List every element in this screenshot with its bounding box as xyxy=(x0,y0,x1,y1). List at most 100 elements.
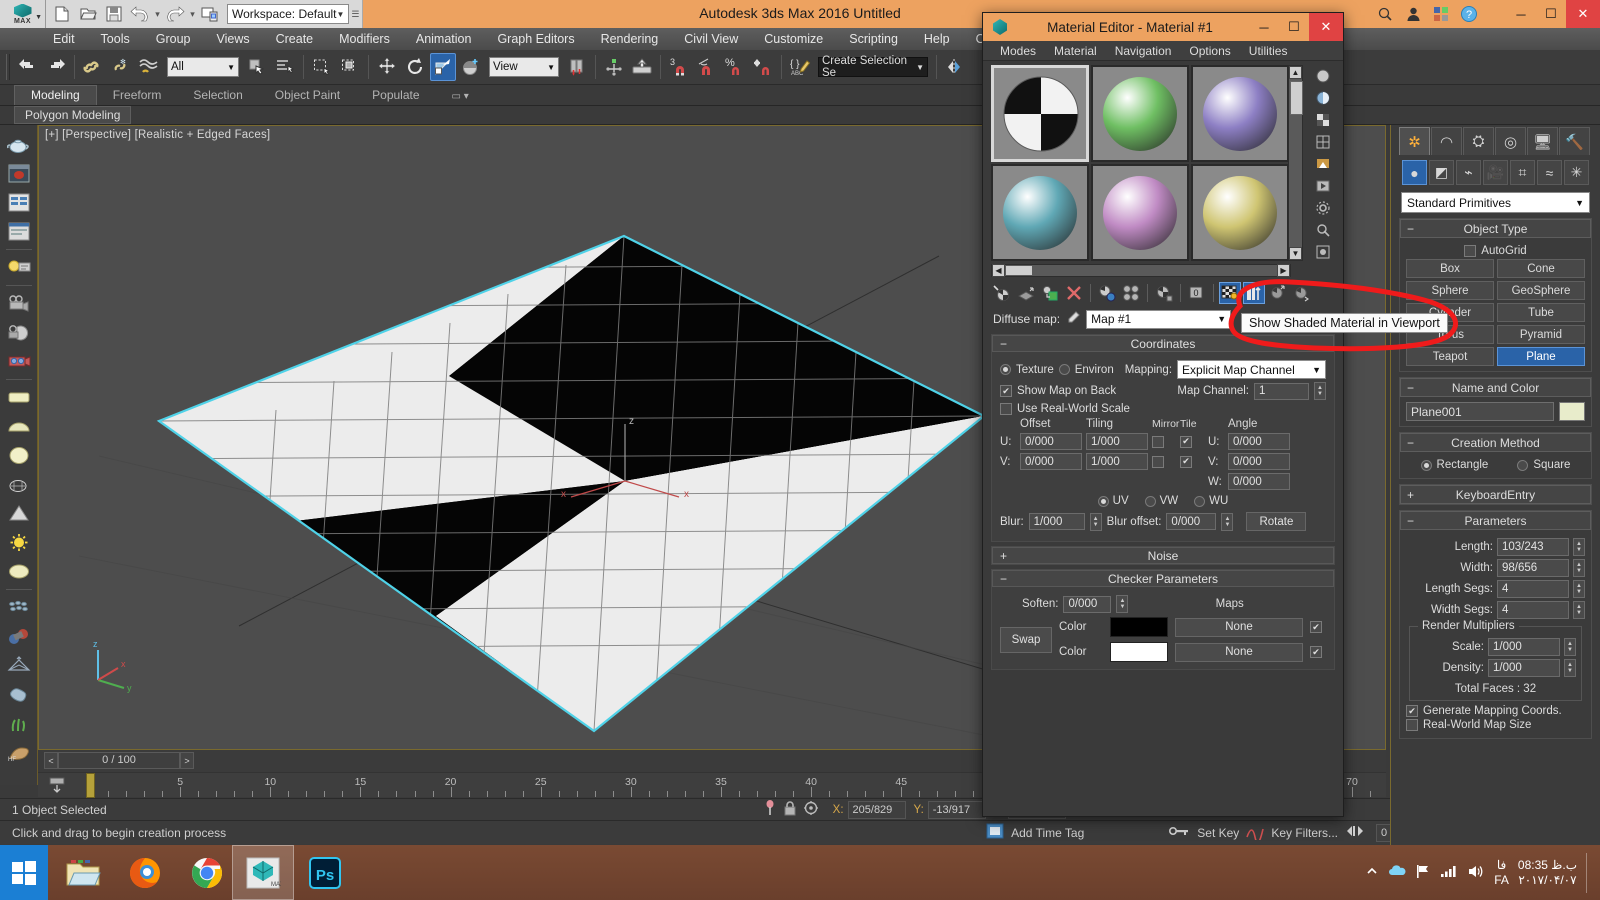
redo-icon[interactable] xyxy=(163,2,187,26)
uv-mode-vw[interactable]: VW xyxy=(1144,495,1178,507)
select-and-move-icon[interactable] xyxy=(374,53,400,81)
select-by-name-icon[interactable] xyxy=(272,53,298,81)
ribbon-panel-polygon-modeling[interactable]: Polygon Modeling xyxy=(14,106,132,124)
dynamics-icon[interactable] xyxy=(4,622,34,651)
teapot-primitive-icon[interactable] xyxy=(4,470,34,499)
systems-button[interactable]: ✳ xyxy=(1564,160,1589,185)
tiling-field-U[interactable]: 1/000 xyxy=(1086,433,1148,450)
selection-lock-icon[interactable] xyxy=(629,53,655,81)
checker-map-button-2[interactable]: None xyxy=(1175,642,1303,662)
lights-button[interactable]: ⌁ xyxy=(1456,160,1481,185)
parameter-width-spinner[interactable]: ▲ ▼ xyxy=(1573,559,1585,577)
workspace-selector[interactable]: Workspace: Default ▼ xyxy=(227,4,350,24)
open-file-icon[interactable] xyxy=(76,2,100,26)
parameter-length-field[interactable]: 103/243 xyxy=(1497,538,1569,556)
select-and-link-icon[interactable] xyxy=(80,53,106,81)
redo-dropdown-icon[interactable]: ▾ xyxy=(189,9,196,20)
primitive-category-dropdown[interactable]: Standard Primitives ▼ xyxy=(1401,192,1590,213)
exchange-icon[interactable] xyxy=(1430,3,1452,25)
slot-1-checker[interactable] xyxy=(991,65,1089,162)
key-mode-toggle-icon[interactable] xyxy=(1345,823,1365,842)
rotate-button[interactable]: Rotate xyxy=(1246,512,1307,531)
checkbox[interactable] xyxy=(1406,719,1418,731)
menu-item-rendering[interactable]: Rendering xyxy=(588,30,672,48)
start-button[interactable] xyxy=(0,845,48,900)
spinner-snap-toggle-icon[interactable] xyxy=(750,53,776,81)
selection-filter-dropdown[interactable]: All ▼ xyxy=(167,57,239,77)
toolbar-grip[interactable] xyxy=(6,54,10,80)
select-object-icon[interactable] xyxy=(244,53,270,81)
material-editor-maximize-button[interactable]: ☐ xyxy=(1279,13,1309,41)
parameter-width-field[interactable]: 98/656 xyxy=(1497,559,1569,577)
tile-checkbox-V[interactable]: ✔ xyxy=(1180,455,1192,468)
eyedropper-icon[interactable] xyxy=(1065,310,1081,329)
ribbon-tab-object-paint[interactable]: Object Paint xyxy=(259,86,356,105)
reset-map-material-icon[interactable] xyxy=(1063,282,1085,304)
firefox-icon[interactable] xyxy=(114,845,176,900)
onedrive-icon[interactable] xyxy=(1388,864,1406,881)
menu-item-scripting[interactable]: Scripting xyxy=(836,30,911,48)
redo-icon[interactable] xyxy=(43,53,69,81)
next-frame-button[interactable]: > xyxy=(180,752,194,769)
radio[interactable] xyxy=(1517,459,1529,471)
menu-item-modifiers[interactable]: Modifiers xyxy=(326,30,403,48)
lock-selection-icon[interactable] xyxy=(783,800,797,819)
mirror-checkbox-V[interactable] xyxy=(1152,455,1164,468)
show-map-on-back-checkbox[interactable]: ✔ xyxy=(1000,385,1012,397)
camera-sequencer-icon[interactable] xyxy=(4,289,34,318)
texture-radio[interactable] xyxy=(1000,364,1011,375)
material-menu-navigation[interactable]: Navigation xyxy=(1106,43,1181,59)
render-production-icon[interactable] xyxy=(4,217,34,246)
helpers-button[interactable]: ⌗ xyxy=(1510,160,1535,185)
map-channel-spinner[interactable]: ▲ ▼ xyxy=(1314,382,1326,400)
checker-parameters-header[interactable]: − Checker Parameters xyxy=(992,570,1334,587)
slot-2-green[interactable] xyxy=(1091,65,1189,162)
menu-item-help[interactable]: Help xyxy=(911,30,963,48)
chrome-icon[interactable] xyxy=(176,845,238,900)
select-and-rotate-icon[interactable] xyxy=(402,53,428,81)
put-to-library-icon[interactable] xyxy=(1153,282,1175,304)
menu-item-create[interactable]: Create xyxy=(263,30,327,48)
undo-icon[interactable] xyxy=(128,2,152,26)
menu-item-customize[interactable]: Customize xyxy=(751,30,836,48)
select-and-scale-icon[interactable] xyxy=(430,53,456,81)
snaps-toggle-icon[interactable]: 3 xyxy=(666,53,692,81)
name-and-color-header[interactable]: − Name and Color xyxy=(1400,378,1591,397)
coordinate-field[interactable]: 205/829 xyxy=(847,800,906,819)
material-menu-modes[interactable]: Modes xyxy=(991,43,1045,59)
ribbon-tab-freeform[interactable]: Freeform xyxy=(97,86,178,105)
uv-mode-uv[interactable]: UV xyxy=(1097,495,1129,507)
parameter-widthsegs-spinner[interactable]: ▲ ▼ xyxy=(1573,601,1585,619)
menu-item-group[interactable]: Group xyxy=(143,30,204,48)
ribbon-tab-selection[interactable]: Selection xyxy=(177,86,258,105)
material-editor-minimize-button[interactable]: ─ xyxy=(1249,13,1279,41)
checkbox[interactable]: ✔ xyxy=(1406,705,1418,717)
time-slider[interactable] xyxy=(86,773,95,798)
new-file-icon[interactable] xyxy=(50,2,74,26)
undo-icon[interactable] xyxy=(15,53,41,81)
soften-field[interactable]: 0/000 xyxy=(1063,595,1112,613)
checker-map-button-1[interactable]: None xyxy=(1175,617,1303,637)
sphere-primitive-icon[interactable] xyxy=(4,441,34,470)
offset-field-V[interactable]: 0/000 xyxy=(1020,453,1082,470)
rectangular-selection-region-icon[interactable] xyxy=(309,53,335,81)
percent-snap-toggle-icon[interactable]: % xyxy=(722,53,748,81)
go-forward-to-sibling-icon[interactable] xyxy=(1291,282,1313,304)
blur-spinner[interactable]: ▲ ▼ xyxy=(1089,512,1102,531)
network-icon[interactable] xyxy=(1440,864,1458,881)
render-setup-icon[interactable] xyxy=(4,159,34,188)
flag-icon[interactable] xyxy=(1415,863,1431,882)
noise-header[interactable]: + Noise xyxy=(992,547,1334,564)
ribbon-tab-populate[interactable]: Populate xyxy=(356,86,435,105)
hair-fur-icon[interactable]: HF xyxy=(4,738,34,767)
swap-button[interactable]: Swap xyxy=(1000,626,1052,653)
radio[interactable] xyxy=(1194,495,1206,507)
scroll-down-icon[interactable]: ▼ xyxy=(1289,247,1302,260)
noise-effect-icon[interactable] xyxy=(4,680,34,709)
background-checker-icon[interactable] xyxy=(1312,109,1334,130)
menu-item-edit[interactable]: Edit xyxy=(40,30,88,48)
radio[interactable] xyxy=(1420,459,1432,471)
shapes-button[interactable]: ◩ xyxy=(1429,160,1454,185)
map-channel-field[interactable]: 1 xyxy=(1254,382,1309,400)
slot-vertical-scrollbar[interactable]: ▲ ▼ xyxy=(1288,65,1303,261)
